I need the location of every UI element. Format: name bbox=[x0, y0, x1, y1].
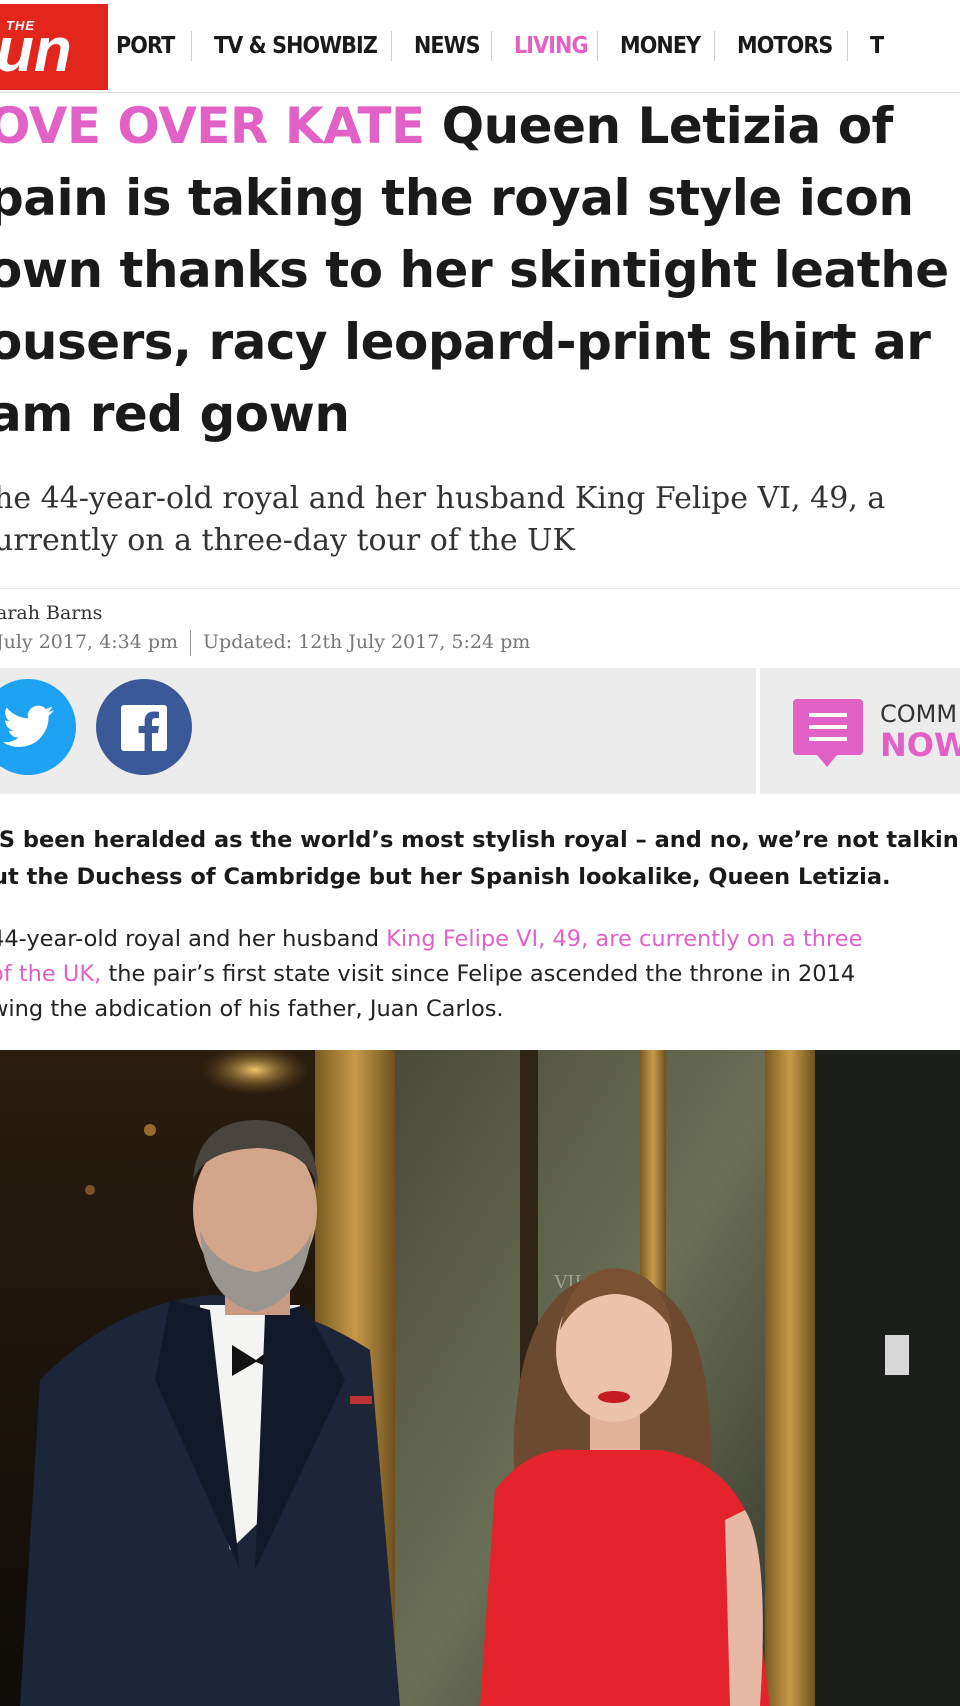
nav-item-motors[interactable]: MOTORS bbox=[737, 33, 833, 59]
the-sun-logo[interactable]: THE un bbox=[0, 4, 108, 90]
nav-menu: PORT TV & SHOWBIZ NEWS LIVING MONEY MOTO… bbox=[108, 0, 884, 92]
article-photo[interactable]: VII bbox=[0, 1050, 960, 1706]
article-link[interactable]: King Felipe VI, 49, are currently on a t… bbox=[386, 926, 862, 952]
nav-divider bbox=[846, 31, 848, 61]
nav-divider bbox=[490, 31, 492, 61]
lead-line: ut the Duchess of Cambridge but her Span… bbox=[0, 864, 891, 890]
logo-main-text: un bbox=[0, 16, 72, 85]
article-standfirst: he 44-year-old royal and her husband Kin… bbox=[0, 478, 960, 562]
nav-divider bbox=[713, 31, 715, 61]
divider bbox=[0, 588, 960, 589]
author-byline[interactable]: arah Barns bbox=[0, 602, 102, 624]
facebook-share-button[interactable] bbox=[96, 679, 192, 775]
date-divider bbox=[190, 630, 192, 656]
updated-date: Updated: 12th July 2017, 5:24 pm bbox=[203, 631, 531, 653]
comments-icon[interactable] bbox=[793, 699, 863, 767]
published-date: July 2017, 4:34 pm bbox=[0, 631, 179, 653]
top-navigation: THE un PORT TV & SHOWBIZ NEWS LIVING MON… bbox=[0, 0, 960, 93]
nav-item-sport[interactable]: PORT bbox=[116, 33, 175, 59]
nav-divider bbox=[390, 31, 392, 61]
article-dates: July 2017, 4:34 pm Updated: 12th July 201… bbox=[0, 630, 530, 656]
facebook-icon bbox=[121, 705, 167, 751]
nav-item-news[interactable]: NEWS bbox=[414, 33, 481, 59]
nav-divider bbox=[190, 31, 192, 61]
headline-line: Queen Letizia of bbox=[424, 97, 894, 155]
nav-item-living[interactable]: LIVING bbox=[514, 33, 588, 59]
nav-divider bbox=[597, 31, 599, 61]
photo-royal-couple: VII bbox=[0, 1050, 960, 1706]
para-text: 44-year-old royal and her husband bbox=[0, 926, 387, 952]
twitter-share-button[interactable] bbox=[0, 679, 76, 775]
twitter-icon bbox=[2, 705, 54, 747]
headline-line: own thanks to her skintight leathe bbox=[0, 241, 949, 299]
nav-item-money[interactable]: MONEY bbox=[620, 33, 701, 59]
para-text: the pair’s first state visit since Felip… bbox=[101, 961, 856, 987]
article-headline: OVE OVER KATE Queen Letizia of pain is t… bbox=[0, 90, 960, 450]
comments-label[interactable]: COMM bbox=[880, 700, 957, 728]
nav-item-travel[interactable]: T bbox=[870, 33, 884, 59]
article-lead-paragraph: 'S been heralded as the world’s most sty… bbox=[0, 822, 960, 896]
standfirst-line: he 44-year-old royal and her husband Kin… bbox=[0, 481, 886, 516]
para-text: wing the abdication of his father, Juan … bbox=[0, 996, 504, 1022]
headline-kicker: OVE OVER KATE bbox=[0, 97, 425, 155]
headline-line: ousers, racy leopard-print shirt ar bbox=[0, 313, 931, 371]
standfirst-line: urrently on a three-day tour of the UK bbox=[0, 523, 575, 558]
nav-item-tv-showbiz[interactable]: TV & SHOWBIZ bbox=[214, 33, 378, 59]
headline-line: pain is taking the royal style icon bbox=[0, 169, 914, 227]
comments-action[interactable]: NOW bbox=[880, 726, 960, 764]
article-link[interactable]: of the UK, bbox=[0, 961, 101, 987]
headline-line: am red gown bbox=[0, 385, 350, 443]
article-paragraph: 44-year-old royal and her husband King F… bbox=[0, 922, 960, 1027]
lead-line: 'S been heralded as the world’s most sty… bbox=[0, 827, 959, 853]
